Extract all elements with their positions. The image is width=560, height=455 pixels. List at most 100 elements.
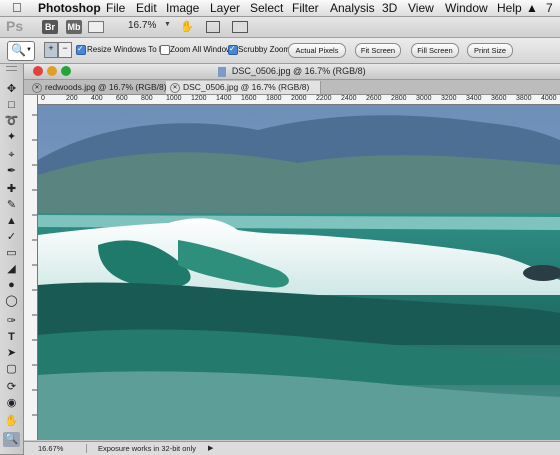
screen-mode-icon[interactable] — [232, 21, 248, 33]
marquee-tool-icon[interactable]: □ — [3, 98, 20, 113]
tab-label: DSC_0506.jpg @ 16.7% (RGB/8) — [183, 82, 310, 92]
ruler-label: 3200 — [441, 95, 457, 102]
healing-brush-tool-icon[interactable]: ✚ — [3, 182, 20, 197]
minimize-window-button[interactable] — [47, 66, 57, 76]
lasso-tool-icon[interactable]: ➰ — [3, 114, 20, 129]
document-tabs: ✕ redwoods.jpg @ 16.7% (RGB/8) ✕ DSC_0506.… — [24, 80, 560, 95]
ruler-label: 200 — [66, 95, 78, 102]
blur-tool-icon[interactable]: ● — [3, 278, 20, 293]
menu-select[interactable]: Select — [250, 1, 283, 15]
chevron-down-icon[interactable]: ▼ — [164, 21, 171, 28]
menu-file[interactable]: File — [106, 1, 125, 15]
photoshop-logo: Ps — [6, 18, 24, 34]
print-size-button[interactable]: Print Size — [467, 43, 513, 58]
mini-bridge-button[interactable]: Mb — [66, 20, 82, 34]
ruler-label: 0 — [41, 95, 45, 102]
move-tool-icon[interactable]: ✥ — [3, 82, 20, 97]
menu-help[interactable]: Help — [497, 1, 522, 15]
scrubby-zoom-checkbox[interactable] — [228, 44, 238, 55]
quick-selection-tool-icon[interactable]: ✦ — [3, 130, 20, 145]
path-selection-tool-icon[interactable]: ➤ — [3, 346, 20, 361]
3d-rotate-tool-icon[interactable]: ⟳ — [3, 380, 20, 395]
zoom-percentage-field[interactable]: 16.67% — [38, 442, 63, 455]
tool-preset-picker[interactable]: 🔍 ▼ — [7, 41, 35, 61]
shape-tool-icon[interactable]: ▢ — [3, 362, 20, 377]
status-menu-arrow-icon[interactable]: ▶ — [208, 442, 213, 455]
hand-tool-icon[interactable]: ✋ — [3, 414, 20, 429]
zoom-level-dropdown[interactable]: 16.7% — [128, 20, 156, 31]
view-extras-icon[interactable] — [88, 21, 104, 33]
fit-screen-button[interactable]: Fit Screen — [355, 43, 401, 58]
close-icon[interactable]: ✕ — [170, 82, 180, 93]
hand-tool-icon[interactable]: ✋ — [180, 20, 194, 33]
close-window-button[interactable] — [33, 66, 43, 76]
close-icon[interactable]: ✕ — [32, 82, 42, 93]
document-window: DSC_0506.jpg @ 16.7% (RGB/8) ✕ redwoods.j… — [24, 64, 560, 455]
type-tool-icon[interactable]: T — [3, 330, 20, 345]
zoom-icon: 🔍 — [11, 43, 26, 57]
3d-camera-tool-icon[interactable]: ◉ — [3, 396, 20, 411]
bridge-button[interactable]: Br — [42, 20, 58, 34]
menu-image[interactable]: Image — [166, 1, 199, 15]
status-bar: 16.67% Exposure works in 32-bit only ▶ — [24, 441, 560, 455]
menu-right-text: 7 — [546, 1, 553, 15]
menu-analysis[interactable]: Analysis — [330, 1, 375, 15]
clone-stamp-tool-icon[interactable]: ▲ — [3, 214, 20, 229]
crop-tool-icon[interactable]: ⌖ — [3, 148, 20, 163]
zoom-out-icon[interactable]: − — [58, 42, 72, 58]
actual-pixels-button[interactable]: Actual Pixels — [288, 43, 346, 58]
ruler-label: 1000 — [166, 95, 182, 102]
ocean-wave-photo — [38, 105, 560, 440]
menu-3d[interactable]: 3D — [382, 1, 397, 15]
menu-edit[interactable]: Edit — [136, 1, 157, 15]
vertical-ruler-ticks — [32, 114, 37, 416]
menu-view[interactable]: View — [408, 1, 434, 15]
zoom-window-button[interactable] — [61, 66, 71, 76]
menu-app-name[interactable]: Photoshop — [38, 1, 101, 15]
ruler-label: 800 — [141, 95, 153, 102]
tab-label: redwoods.jpg @ 16.7% (RGB/8) — [45, 82, 167, 92]
gradient-tool-icon[interactable]: ◢ — [3, 262, 20, 277]
ruler-label: 3600 — [491, 95, 507, 102]
pen-tool-icon[interactable]: ✑ — [3, 314, 20, 329]
resize-windows-label: Resize Windows To Fit — [87, 45, 168, 54]
tab-dsc-0506[interactable]: ✕ DSC_0506.jpg @ 16.7% (RGB/8) — [166, 81, 321, 94]
eyedropper-tool-icon[interactable]: ✒ — [3, 164, 20, 179]
zoom-in-icon[interactable]: + — [44, 42, 58, 58]
status-divider — [86, 444, 87, 453]
ruler-label: 1600 — [241, 95, 257, 102]
fill-screen-button[interactable]: Fill Screen — [411, 43, 459, 58]
menu-layer[interactable]: Layer — [210, 1, 240, 15]
dodge-tool-icon[interactable]: ◯ — [3, 294, 20, 309]
chevron-down-icon: ▼ — [26, 47, 32, 53]
image-canvas[interactable] — [38, 105, 560, 440]
document-icon — [218, 66, 227, 77]
document-title-bar[interactable]: DSC_0506.jpg @ 16.7% (RGB/8) — [24, 64, 560, 80]
status-info-text: Exposure works in 32-bit only — [98, 444, 196, 453]
zoom-all-windows-checkbox[interactable] — [160, 45, 170, 55]
ruler-label: 2200 — [316, 95, 332, 102]
menu-window[interactable]: Window — [445, 1, 488, 15]
ruler-label: 600 — [116, 95, 128, 102]
ruler-label: 3400 — [466, 95, 482, 102]
resize-windows-checkbox[interactable] — [76, 44, 86, 55]
brush-tool-icon[interactable]: ✎ — [3, 198, 20, 213]
menu-filter[interactable]: Filter — [292, 1, 319, 15]
zoom-tool-icon[interactable]: 🔍 — [3, 432, 20, 447]
ruler-label: 2000 — [291, 95, 307, 102]
zoom-all-windows-label: Zoom All Windows — [170, 45, 236, 54]
horizontal-ruler[interactable]: 0 200 400 600 800 1000 1200 1400 1600 18… — [38, 95, 560, 105]
ruler-label: 1800 — [266, 95, 282, 102]
eraser-tool-icon[interactable]: ▭ — [3, 246, 20, 261]
vertical-ruler[interactable] — [24, 95, 38, 440]
apple-menu-icon[interactable]:  — [12, 0, 22, 15]
tab-redwoods[interactable]: ✕ redwoods.jpg @ 16.7% (RGB/8) — [28, 81, 167, 94]
ruler-label: 2800 — [391, 95, 407, 102]
ruler-label: 400 — [91, 95, 103, 102]
toolbox-grip[interactable] — [6, 66, 17, 71]
menu-extra-icon[interactable]: ▲ — [526, 1, 538, 15]
history-brush-tool-icon[interactable]: ✓ — [3, 230, 20, 245]
window-title: DSC_0506.jpg @ 16.7% (RGB/8) — [231, 66, 366, 76]
ruler-label: 1400 — [216, 95, 232, 102]
arrange-documents-icon[interactable] — [206, 21, 220, 33]
